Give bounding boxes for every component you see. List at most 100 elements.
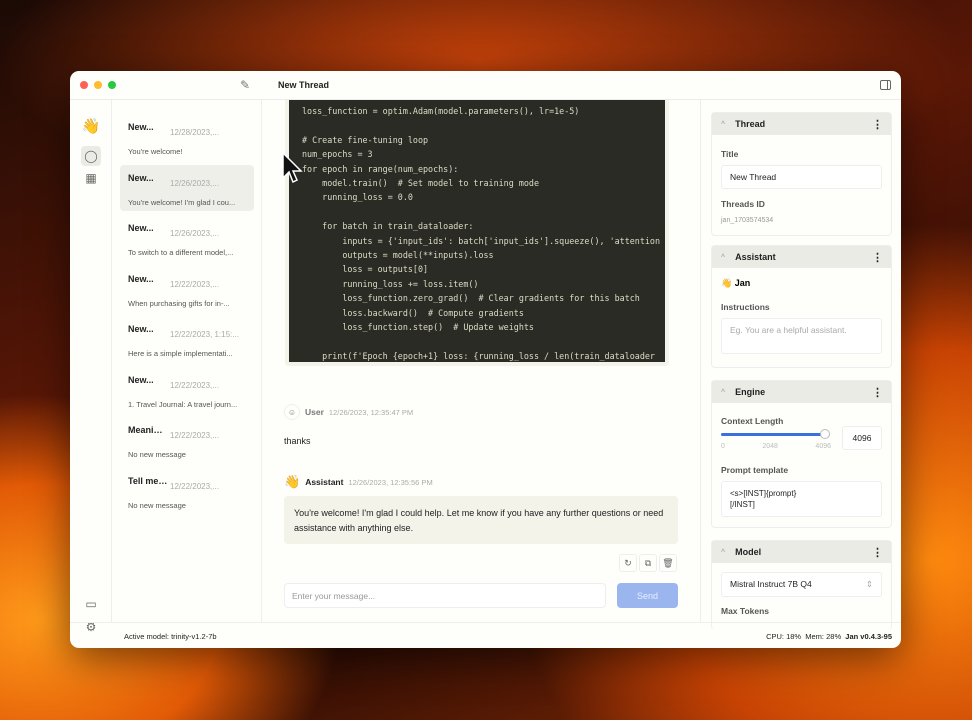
- thread-item[interactable]: Tell me ...12/22/2023,... No new message: [120, 468, 254, 514]
- thread-preview: You're welcome! I'm glad I cou...: [128, 197, 236, 207]
- thread-preview: No new message: [128, 450, 186, 459]
- thread-section: ^ Thread ⋮ Title New Thread Threads ID jan…: [711, 112, 892, 236]
- close-window-button[interactable]: [80, 81, 88, 89]
- code-line: inputs = {'input_ids': batch['input_ids'…: [302, 235, 660, 246]
- thread-name: Tell me ...: [128, 475, 168, 486]
- thread-item[interactable]: New... 12/22/2023,... 1. Travel Journal: A…: [120, 367, 254, 413]
- context-length-input[interactable]: 4096: [842, 426, 882, 450]
- system-monitor-icon[interactable]: ▭: [81, 594, 101, 614]
- thread-name: New...: [128, 324, 154, 334]
- hub-grid-icon[interactable]: ▦: [81, 168, 101, 188]
- select-chevron-icon: ⇕: [865, 579, 873, 589]
- thread-id-value: jan_1703574534: [721, 217, 774, 224]
- assistant-name: Jan: [734, 278, 751, 288]
- assistant-section: ^ Assistant ⋮ 👋 Jan Instructions Eg. You a…: [711, 245, 892, 368]
- cpu-usage: CPU: 18%: [766, 632, 802, 641]
- thread-preview: Here is a simple implementati...: [128, 349, 233, 358]
- thread-date: 12/22/2023,...: [170, 380, 219, 390]
- thread-title-input[interactable]: New Thread: [721, 165, 882, 189]
- assistant-name: Assistant: [305, 477, 344, 487]
- zoom-window-button[interactable]: [108, 81, 116, 89]
- jan-logo-icon: 👋: [81, 118, 101, 135]
- assistant-avatar-icon: 👋: [284, 474, 301, 489]
- engine-section: ^ Engine ⋮ Context Length 0 2048 4096 4096 P…: [711, 380, 892, 528]
- code-line: running_loss += loss.item(): [302, 278, 479, 289]
- user-timestamp: 12/26/2023, 12:35:47 PM: [328, 407, 414, 417]
- thread-date: 12/26/2023,...: [170, 229, 219, 238]
- code-line: for epoch in range(num_epochs):: [302, 163, 459, 174]
- new-thread-icon[interactable]: ✎: [240, 78, 250, 92]
- user-avatar-icon: ☺: [284, 404, 300, 420]
- thread-name: New...: [128, 172, 154, 183]
- instructions-textarea[interactable]: Eg. You are a helpful assistant.: [721, 318, 882, 354]
- chat-icon[interactable]: ◯: [81, 146, 101, 166]
- thread-name: New...: [128, 273, 154, 284]
- code-line: print(f'Epoch {epoch+1} loss: {running_l…: [302, 350, 655, 361]
- message-input[interactable]: Enter your message...: [284, 583, 606, 608]
- thread-list: New... 12/28/2023,... You're welcome! New..…: [112, 100, 262, 622]
- thread-date: 12/22/2023,...: [170, 481, 219, 491]
- status-bar: Active model: trinity-v1.2-7b CPU: 18% M…: [70, 622, 901, 648]
- assistant-message-header: 👋 Assistant 12/26/2023, 12:35:56 PM: [284, 474, 433, 490]
- toggle-right-panel-icon[interactable]: [880, 80, 891, 90]
- thread-date: 12/22/2023,...: [170, 431, 219, 440]
- engine-section-header[interactable]: ^ Engine ⋮: [712, 381, 891, 403]
- prompt-template-textarea[interactable]: <s>[INST]{prompt} [/INST]: [721, 481, 882, 517]
- code-block: loss_function = optim.Adam(model.paramet…: [285, 100, 669, 366]
- thread-item[interactable]: Meaning ...12/22/2023,... No new message: [120, 417, 254, 463]
- app-window: ✎ New Thread 👋 ◯ ▦ ▭ ⚙ New... 12/28/2023,…: [70, 71, 901, 648]
- thread-item[interactable]: New... 12/26/2023,... To switch to a diffe…: [120, 215, 254, 261]
- user-message-text: thanks: [284, 436, 311, 446]
- model-section-header[interactable]: ^ Model ⋮: [712, 541, 891, 563]
- thread-section-header[interactable]: ^ Thread ⋮: [712, 113, 891, 135]
- mem-usage: Mem: 28%: [805, 632, 842, 641]
- delete-icon[interactable]: 🗑: [659, 554, 677, 572]
- thread-preview: 1. Travel Journal: A travel journ...: [128, 399, 238, 409]
- instructions-label: Instructions: [721, 302, 770, 312]
- max-tokens-label: Max Tokens: [721, 606, 770, 616]
- code-line: num_epochs = 3: [302, 149, 373, 160]
- assistant-emoji-icon: 👋: [721, 278, 733, 288]
- assistant-message-text: You're welcome! I'm glad I could help. L…: [284, 496, 678, 544]
- thread-item[interactable]: New... 12/28/2023,... You're welcome!: [120, 114, 254, 160]
- thread-preview: When purchasing gifts for in-...: [128, 298, 230, 308]
- assistant-section-header[interactable]: ^ Assistant ⋮: [712, 246, 891, 268]
- code-line: loss.backward() # Compute gradients: [302, 307, 524, 318]
- thread-item[interactable]: New... 12/22/2023, 1:15:... Here is a simp…: [120, 316, 254, 362]
- code-line: # Create fine-tuning loop: [302, 134, 429, 145]
- more-options-icon[interactable]: ⋮: [872, 386, 883, 399]
- thread-item[interactable]: New... 12/22/2023,... When purchasing gift…: [120, 266, 254, 312]
- send-button[interactable]: Send: [617, 583, 678, 608]
- model-select[interactable]: Mistral Instruct 7B Q4 ⇕: [721, 572, 882, 597]
- code-line: loss_function.zero_grad() # Clear gradie…: [302, 293, 640, 304]
- user-name: User: [305, 407, 324, 417]
- thread-name: Meaning ...: [128, 425, 168, 435]
- window-title: New Thread: [278, 80, 330, 90]
- thread-preview: You're welcome!: [128, 147, 183, 156]
- more-options-icon[interactable]: ⋮: [872, 118, 883, 131]
- minimize-window-button[interactable]: [94, 81, 102, 89]
- app-version: Jan v0.4.3-95: [845, 632, 892, 641]
- code-line: model.train() # Set model to training mo…: [302, 178, 539, 189]
- copy-icon[interactable]: ⧉: [639, 554, 657, 572]
- regenerate-icon[interactable]: ↻: [619, 554, 637, 572]
- thread-name: New...: [128, 223, 154, 233]
- code-line: loss_function.step() # Update weights: [302, 322, 534, 333]
- thread-item[interactable]: New... 12/26/2023,... You're welcome! I'm …: [120, 164, 254, 211]
- context-length-slider[interactable]: [721, 429, 830, 439]
- assistant-timestamp: 12/26/2023, 12:35:56 PM: [348, 477, 433, 487]
- thread-date: 12/28/2023,...: [170, 128, 219, 137]
- slider-thumb[interactable]: [820, 429, 830, 439]
- thread-date: 12/22/2023, 1:15:...: [170, 330, 239, 339]
- thread-date: 12/26/2023,...: [170, 178, 219, 188]
- code-content: loss_function = optim.Adam(model.paramet…: [302, 104, 665, 362]
- more-options-icon[interactable]: ⋮: [872, 251, 883, 264]
- code-line: running_loss = 0.0: [302, 192, 413, 203]
- prompt-template-label: Prompt template: [721, 465, 789, 475]
- more-options-icon[interactable]: ⋮: [872, 546, 883, 559]
- model-section: ^ Model ⋮ Mistral Instruct 7B Q4 ⇕ Max Toke…: [711, 540, 892, 630]
- thread-preview: To switch to a different model,...: [128, 248, 234, 257]
